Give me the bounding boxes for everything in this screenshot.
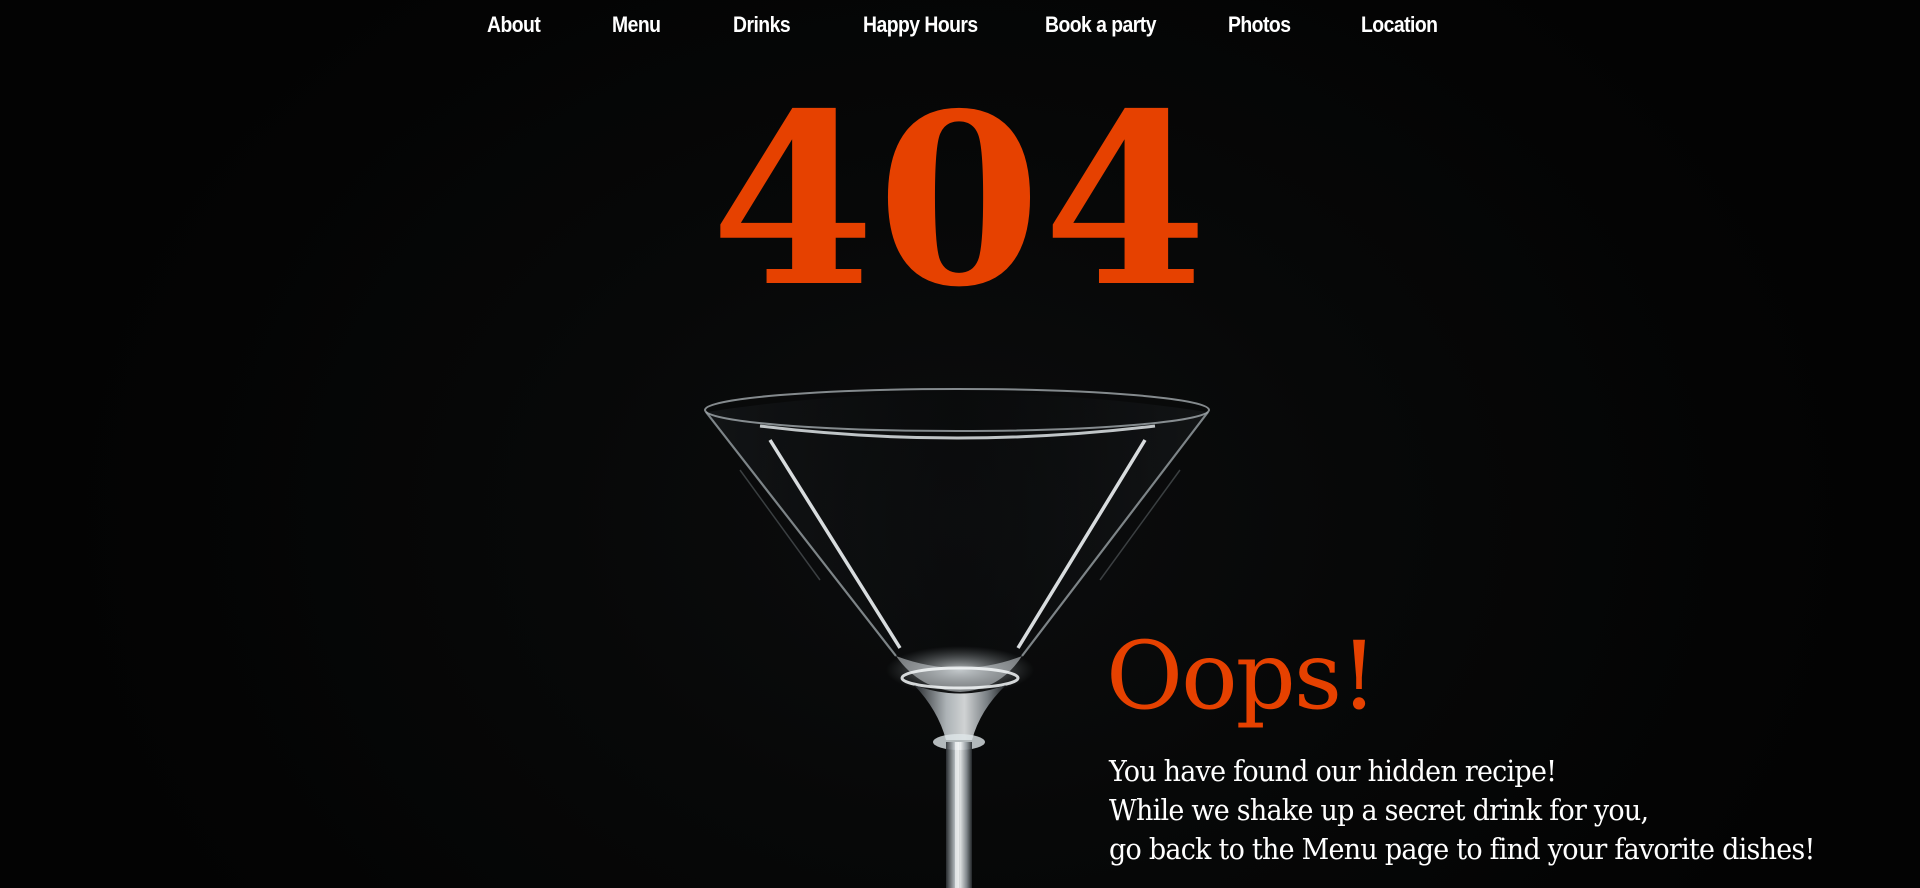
error-page: About Menu Drinks Happy Hours Book a par… [0,0,1920,888]
oops-heading: Oops! [1106,622,1378,731]
error-message: You have found our hidden recipe! While … [1109,752,1815,869]
error-message-line: go back to the Menu page to find your fa… [1109,832,1815,866]
nav-link-menu[interactable]: Menu [612,12,661,38]
error-message-line: While we shake up a secret drink for you… [1109,793,1649,827]
nav-link-happy-hours[interactable]: Happy Hours [863,12,978,38]
nav-link-photos[interactable]: Photos [1228,12,1291,38]
nav-link-about[interactable]: About [487,12,541,38]
nav-link-book-a-party[interactable]: Book a party [1045,12,1156,38]
main-navigation: About Menu Drinks Happy Hours Book a par… [0,0,1920,62]
nav-link-drinks[interactable]: Drinks [733,12,791,38]
error-code-heading: 404 [710,61,1210,339]
error-message-line: You have found our hidden recipe! [1109,754,1557,788]
nav-link-location[interactable]: Location [1361,12,1438,38]
